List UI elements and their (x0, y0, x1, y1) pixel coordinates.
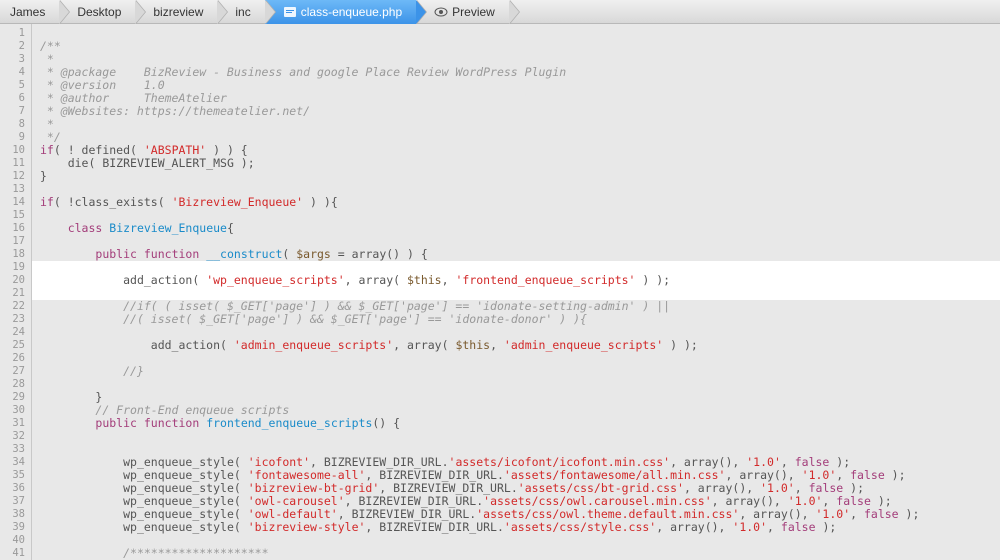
line-number: 38 (0, 508, 31, 521)
code-line[interactable]: } (32, 170, 1000, 183)
line-number: 36 (0, 482, 31, 495)
line-number: 8 (0, 118, 31, 131)
code-line[interactable]: //( isset( $_GET['page'] ) && $_GET['pag… (32, 313, 1000, 326)
line-number: 11 (0, 157, 31, 170)
crumb-preview[interactable]: Preview (416, 0, 509, 24)
code-line[interactable]: add_action( 'wp_enqueue_scripts', array(… (32, 274, 1000, 287)
line-number: 29 (0, 391, 31, 404)
line-number: 27 (0, 365, 31, 378)
line-number: 6 (0, 92, 31, 105)
line-number-gutter: 1234567891011121314151617181920212223242… (0, 24, 32, 560)
line-number: 20 (0, 274, 31, 287)
line-number: 15 (0, 209, 31, 222)
line-number: 24 (0, 326, 31, 339)
line-number: 40 (0, 534, 31, 547)
code-line[interactable]: /** (32, 40, 1000, 53)
crumb-desktop[interactable]: Desktop (59, 0, 135, 24)
line-number: 7 (0, 105, 31, 118)
code-line[interactable] (32, 27, 1000, 40)
line-number: 9 (0, 131, 31, 144)
line-number: 5 (0, 79, 31, 92)
line-number: 2 (0, 40, 31, 53)
code-line[interactable]: /******************** (32, 547, 1000, 560)
code-line[interactable]: * (32, 118, 1000, 131)
line-number: 33 (0, 443, 31, 456)
code-line[interactable]: public function __construct( $args = arr… (32, 248, 1000, 261)
code-line[interactable]: * @package BizReview - Business and goog… (32, 66, 1000, 79)
line-number: 4 (0, 66, 31, 79)
crumb-bizreview[interactable]: bizreview (135, 0, 217, 24)
breadcrumb: James Desktop bizreview inc class-enqueu… (0, 0, 1000, 24)
line-number: 10 (0, 144, 31, 157)
line-number: 23 (0, 313, 31, 326)
code-line[interactable]: if( !class_exists( 'Bizreview_Enqueue' )… (32, 196, 1000, 209)
line-number: 19 (0, 261, 31, 274)
code-area[interactable]: /** * * @package BizReview - Business an… (32, 24, 1000, 560)
line-number: 14 (0, 196, 31, 209)
line-number: 30 (0, 404, 31, 417)
code-line[interactable] (32, 378, 1000, 391)
code-line[interactable]: wp_enqueue_style( 'bizreview-style', BIZ… (32, 521, 1000, 534)
code-editor[interactable]: 1234567891011121314151617181920212223242… (0, 24, 1000, 560)
line-number: 3 (0, 53, 31, 66)
crumb-file[interactable]: class-enqueue.php (265, 0, 416, 24)
line-number: 35 (0, 469, 31, 482)
line-number: 34 (0, 456, 31, 469)
code-line[interactable]: class Bizreview_Enqueue{ (32, 222, 1000, 235)
line-number: 12 (0, 170, 31, 183)
line-number: 25 (0, 339, 31, 352)
code-line[interactable]: //} (32, 365, 1000, 378)
line-number: 41 (0, 547, 31, 560)
php-file-icon (283, 5, 297, 19)
crumb-james[interactable]: James (0, 0, 59, 24)
line-number: 18 (0, 248, 31, 261)
line-number: 26 (0, 352, 31, 365)
line-number: 32 (0, 430, 31, 443)
line-number: 39 (0, 521, 31, 534)
line-number: 13 (0, 183, 31, 196)
code-line[interactable] (32, 430, 1000, 443)
line-number: 31 (0, 417, 31, 430)
line-number: 16 (0, 222, 31, 235)
line-number: 17 (0, 235, 31, 248)
code-line[interactable]: add_action( 'admin_enqueue_scripts', arr… (32, 339, 1000, 352)
line-number: 1 (0, 27, 31, 40)
eye-icon (434, 5, 448, 19)
code-line[interactable]: die( BIZREVIEW_ALERT_MSG ); (32, 157, 1000, 170)
line-number: 28 (0, 378, 31, 391)
line-number: 37 (0, 495, 31, 508)
code-line[interactable]: * @Websites: https://themeatelier.net/ (32, 105, 1000, 118)
line-number: 21 (0, 287, 31, 300)
line-number: 22 (0, 300, 31, 313)
code-line[interactable]: public function frontend_enqueue_scripts… (32, 417, 1000, 430)
code-line[interactable] (32, 352, 1000, 365)
